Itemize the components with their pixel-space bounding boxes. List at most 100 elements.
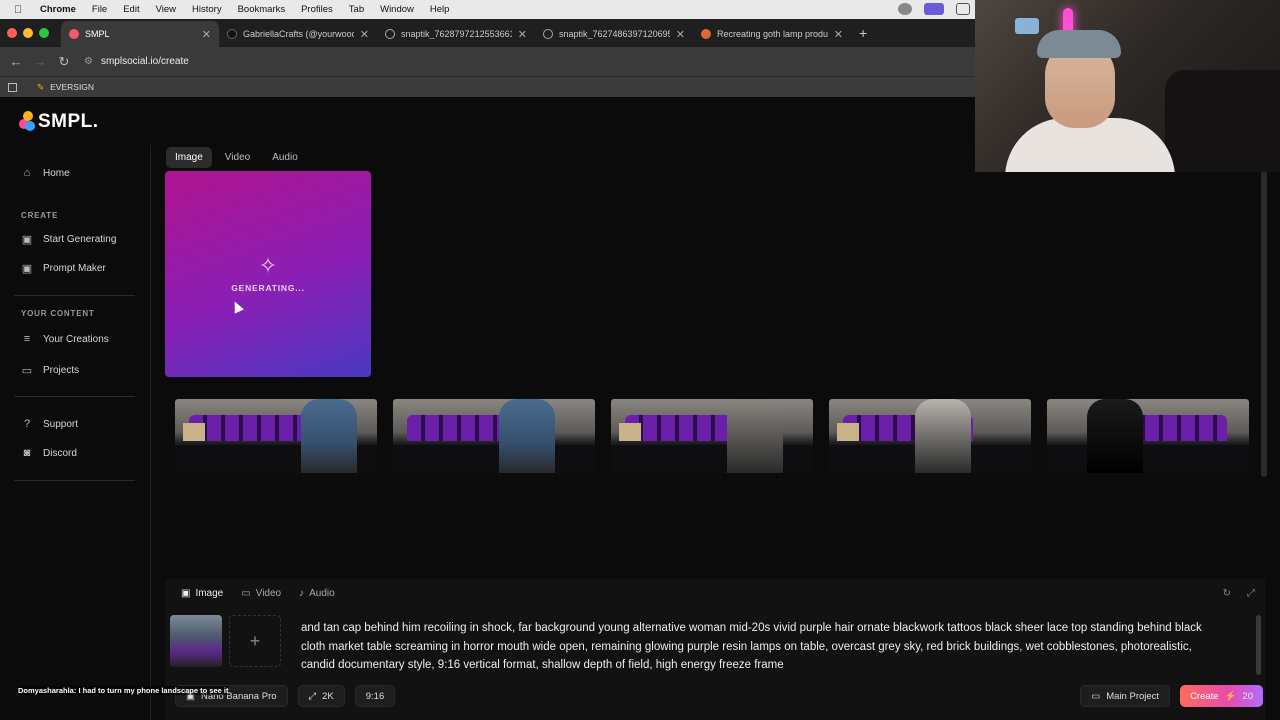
project-selector[interactable]: ▭ Main Project xyxy=(1080,685,1171,707)
tab-audio[interactable]: Audio xyxy=(263,147,307,168)
close-tab-icon[interactable]: ✕ xyxy=(360,28,369,41)
sidebar-item-prompt-maker[interactable]: ▣ Prompt Maker xyxy=(20,261,106,275)
prompt-textarea[interactable]: and tan cap behind him recoiling in shoc… xyxy=(301,619,1221,675)
camera-icon[interactable] xyxy=(956,3,970,15)
generated-image[interactable] xyxy=(611,399,813,473)
sidebar-item-support[interactable]: ? Support xyxy=(20,417,78,431)
logo-text: SMPL. xyxy=(38,111,99,132)
tab-video[interactable]: Video xyxy=(216,147,259,168)
composer-tab-label: Audio xyxy=(309,588,335,599)
claude-favicon-icon xyxy=(701,29,711,39)
generated-image[interactable] xyxy=(393,399,595,473)
window-controls xyxy=(7,28,49,38)
forward-icon[interactable]: → xyxy=(32,54,48,69)
resolution-selector[interactable]: ⤢ 2K xyxy=(297,685,345,707)
menu-tab[interactable]: Tab xyxy=(349,4,364,15)
help-circle-icon: ? xyxy=(23,418,31,430)
sidebar-item-label: Projects xyxy=(43,364,80,376)
prompt-scrollbar[interactable] xyxy=(1256,615,1261,675)
screen-record-icon[interactable] xyxy=(924,3,944,15)
sidebar-item-home[interactable]: ⌂ Home xyxy=(20,166,70,180)
composer-tab-image[interactable]: ▣ Image xyxy=(181,588,223,599)
tab-image[interactable]: Image xyxy=(166,147,212,168)
close-tab-icon[interactable]: ✕ xyxy=(834,28,843,41)
close-window-icon[interactable] xyxy=(7,28,17,38)
media-type-tabs: Image Video Audio xyxy=(166,147,307,168)
close-tab-icon[interactable]: ✕ xyxy=(518,28,527,41)
add-reference-button[interactable]: + xyxy=(229,615,281,667)
create-button[interactable]: Create ⚡ 20 xyxy=(1180,685,1263,707)
minimize-window-icon[interactable] xyxy=(23,28,33,38)
sidebar-item-label: Discord xyxy=(43,447,77,459)
sidebar-section-create: CREATE xyxy=(21,211,59,220)
video-icon: ▭ xyxy=(241,588,251,599)
sidebar-item-projects[interactable]: ▭ Projects xyxy=(20,363,79,377)
audio-icon: ♪ xyxy=(299,588,305,599)
expand-icon[interactable]: ⤢ xyxy=(1247,588,1255,599)
menu-view[interactable]: View xyxy=(156,4,176,15)
composer-tab-label: Video xyxy=(255,588,282,599)
sidebar-divider xyxy=(14,396,135,397)
back-icon[interactable]: ← xyxy=(8,54,24,69)
generated-image[interactable] xyxy=(829,399,1031,473)
bookmark-eversign[interactable]: ✎ EVERSIGN xyxy=(37,82,94,93)
new-tab-icon[interactable]: + xyxy=(859,25,867,41)
database-icon: ≡ xyxy=(23,333,31,345)
menu-profiles[interactable]: Profiles xyxy=(301,4,333,15)
menu-window[interactable]: Window xyxy=(380,4,414,15)
reload-icon[interactable]: ↻ xyxy=(56,54,72,70)
sidebar-item-label: Start Generating xyxy=(43,233,117,245)
home-icon: ⌂ xyxy=(23,167,31,179)
smpl-app: SMPL. ⌂ Home CREATE ▣ Start Generating ▣… xyxy=(0,97,1280,720)
tab-gabriellacrafts[interactable]: GabriellaCrafts (@yourwoode ✕ xyxy=(219,21,377,47)
zoom-window-icon[interactable] xyxy=(39,28,49,38)
reference-image[interactable] xyxy=(170,615,222,667)
menu-edit[interactable]: Edit xyxy=(123,4,139,15)
gallery-scrollbar[interactable] xyxy=(1261,171,1267,477)
close-tab-icon[interactable]: ✕ xyxy=(202,28,211,41)
menu-file[interactable]: File xyxy=(92,4,107,15)
tab-snaptik-1[interactable]: snaptik_7628797212553661 ✕ xyxy=(377,21,535,47)
sidebar-item-your-creations[interactable]: ≡ Your Creations xyxy=(20,332,109,346)
site-info-icon[interactable]: ⚙ xyxy=(84,56,93,67)
generated-image[interactable] xyxy=(175,399,377,473)
smpl-logo[interactable]: SMPL. xyxy=(19,111,99,133)
aspect-label: 9:16 xyxy=(365,690,385,702)
bolt-icon: ⚡ xyxy=(1224,690,1237,702)
tab-recreating-goth-lamp[interactable]: Recreating goth lamp produc ✕ xyxy=(693,21,851,47)
folder-icon: ▭ xyxy=(1091,690,1101,702)
sidebar-item-start-generating[interactable]: ▣ Start Generating xyxy=(20,232,117,246)
apps-grid-icon[interactable] xyxy=(8,82,17,92)
sidebar-item-discord[interactable]: ◙ Discord xyxy=(20,446,77,460)
discord-icon: ◙ xyxy=(23,447,31,459)
url-field[interactable]: smplsocial.io/create xyxy=(101,56,189,67)
tab-title: snaptik_7627486397120695 xyxy=(559,29,670,39)
composer-tab-video[interactable]: ▭ Video xyxy=(241,588,281,599)
control-center-icon[interactable] xyxy=(898,3,912,15)
refresh-icon[interactable]: ↻ xyxy=(1223,588,1231,599)
sidebar-item-label: Support xyxy=(43,418,79,430)
menu-app-chrome[interactable]: Chrome xyxy=(40,4,76,15)
tab-smpl[interactable]: SMPL ✕ xyxy=(61,21,219,47)
composer-tab-audio[interactable]: ♪ Audio xyxy=(299,588,335,599)
generated-image[interactable] xyxy=(1047,399,1249,473)
sidebar-section-your-content: YOUR CONTENT xyxy=(21,309,95,318)
smpl-favicon-icon xyxy=(69,29,79,39)
sidebar: ⌂ Home CREATE ▣ Start Generating ▣ Promp… xyxy=(0,145,151,720)
generating-card[interactable]: ✧ GENERATING... xyxy=(165,171,371,377)
composer-tab-label: Image xyxy=(195,588,224,599)
sidebar-item-label: Prompt Maker xyxy=(43,262,106,274)
stream-chat-caption: Domyasharahla: I had to turn my phone la… xyxy=(18,686,229,695)
menu-help[interactable]: Help xyxy=(430,4,450,15)
globe-favicon-icon xyxy=(543,29,553,39)
aspect-ratio-selector[interactable]: 9:16 xyxy=(354,685,396,707)
tab-snaptik-2[interactable]: snaptik_7627486397120695 ✕ xyxy=(535,21,693,47)
menu-history[interactable]: History xyxy=(192,4,222,15)
tab-title: GabriellaCrafts (@yourwoode xyxy=(243,29,354,39)
status-icons xyxy=(898,3,970,15)
create-label: Create xyxy=(1190,690,1219,702)
close-tab-icon[interactable]: ✕ xyxy=(676,28,685,41)
apple-icon[interactable]:  xyxy=(14,4,28,16)
pen-icon: ✎ xyxy=(37,81,45,92)
menu-bookmarks[interactable]: Bookmarks xyxy=(238,4,286,15)
